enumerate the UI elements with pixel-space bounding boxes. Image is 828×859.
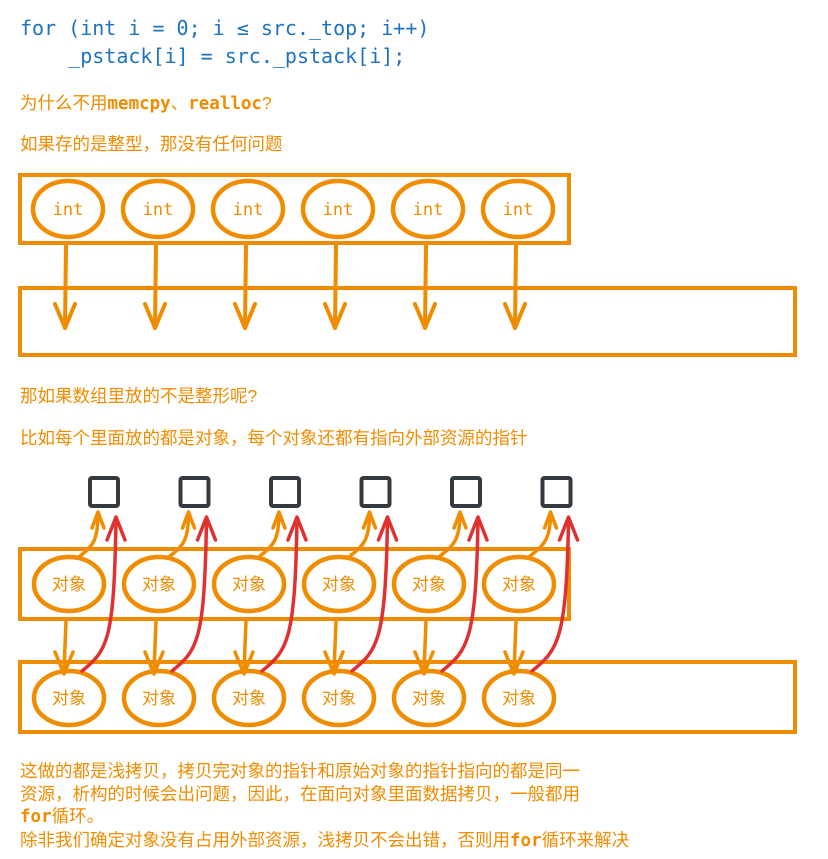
- object-label: 对象: [502, 575, 536, 595]
- object-label: 对象: [232, 575, 266, 595]
- object-label: 对象: [52, 575, 86, 595]
- int-label: int: [143, 200, 174, 220]
- copy-arrow: [512, 619, 518, 674]
- copy-arrow: [422, 619, 428, 674]
- int-label: int: [323, 200, 354, 220]
- object-copy-diagram: 对象对象对象对象对象对象对象对象对象对象对象对象: [18, 476, 797, 734]
- copy-arrow: [333, 243, 338, 330]
- object-label: 对象: [52, 689, 86, 709]
- external-resource-box: [540, 476, 573, 508]
- answer-objects: 比如每个里面放的都是对象，每个对象还都有指向外部资源的指针: [20, 428, 528, 448]
- object-label: 对象: [322, 575, 356, 595]
- object-label: 对象: [412, 575, 446, 595]
- int-label: int: [233, 200, 264, 220]
- external-resource-box: [359, 476, 392, 508]
- object-label: 对象: [142, 689, 176, 709]
- int-label: int: [503, 200, 534, 220]
- dest-array-box: [18, 286, 797, 357]
- copy-arrow: [242, 619, 248, 674]
- copy-arrow: [243, 243, 248, 330]
- conclusion-paragraph: 这做的都是浅拷贝，拷贝完对象的指针和原始对象的指针指向的都是同一 资源，析构的时…: [20, 760, 720, 852]
- int-label: int: [413, 200, 444, 220]
- object-label: 对象: [322, 689, 356, 709]
- copy-arrow: [332, 619, 338, 674]
- conclusion-line-4: 除非我们确定对象没有占用外部资源，浅拷贝不会出错，否则用for循环来解决: [20, 829, 630, 851]
- object-label: 对象: [232, 689, 266, 709]
- external-resource-box: [450, 476, 482, 508]
- copy-arrow: [152, 619, 158, 674]
- int-copy-diagram: int int int int int int: [18, 173, 797, 357]
- object-label: 对象: [502, 689, 536, 709]
- copy-arrow: [63, 243, 68, 330]
- int-label: int: [53, 200, 84, 220]
- copy-arrow: [62, 619, 68, 674]
- copy-arrow: [153, 243, 158, 330]
- conclusion-line-3: for循环。: [20, 806, 105, 827]
- conclusion-line-1: 这做的都是浅拷贝，拷贝完对象的指针和原始对象的指针指向的都是同一: [20, 761, 580, 781]
- question-non-int: 那如果数组里放的不是整形呢?: [20, 386, 258, 406]
- copy-arrow: [423, 243, 428, 330]
- object-label: 对象: [412, 689, 446, 709]
- conclusion-line-2: 资源，析构的时候会出问题，因此，在面向对象里面数据拷贝，一般都用: [20, 783, 580, 804]
- external-resource-box: [178, 476, 211, 508]
- external-resource-box: [269, 476, 301, 508]
- external-resource-box: [88, 476, 120, 508]
- copy-arrow: [513, 243, 518, 330]
- object-label: 对象: [142, 575, 176, 595]
